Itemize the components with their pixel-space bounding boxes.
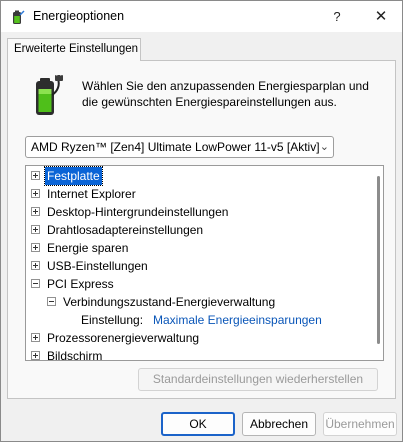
battery-plug-icon [36,75,63,115]
apply-button[interactable]: Übernehmen [323,412,397,436]
tree-item[interactable]: Energie sparen [26,239,376,257]
tree-item-label: Bildschirm [47,349,103,361]
title-bar[interactable]: Energieoptionen ? ✕ [1,1,402,32]
tab-advanced-settings[interactable]: Erweiterte Einstellungen [7,38,141,61]
tree-item[interactable]: Internet Explorer [26,185,376,203]
expand-icon[interactable] [31,261,40,270]
tree-item-label: Desktop-Hintergrundeinstellungen [47,205,229,219]
tree-item[interactable]: Bildschirm [26,347,376,361]
setting-value-link[interactable]: Maximale Energieeinsparungen [153,311,322,329]
tree-item[interactable]: Einstellung: Maximale Energieeinsparungen [26,311,376,329]
tree-item[interactable]: Drahtlosadaptereinstellungen [26,221,376,239]
tree-item[interactable]: USB-Einstellungen [26,257,376,275]
expand-icon[interactable] [31,225,40,234]
settings-tree[interactable]: Bildschirm Prozessorenergieverwaltung Eins… [25,165,384,361]
expand-icon[interactable] [31,351,40,360]
expand-icon[interactable] [31,171,40,180]
power-plan-dropdown[interactable]: AMD Ryzen™ [Zen4] Ultimate LowPower 11-v… [25,136,334,158]
help-button[interactable]: ? [315,1,359,32]
cancel-button[interactable]: Abbrechen [242,412,316,436]
tab-panel: Wählen Sie den anzupassenden Energiespar… [7,60,396,399]
tree-scrollbar[interactable] [375,168,381,358]
close-button[interactable]: ✕ [359,1,403,32]
expand-icon[interactable] [31,207,40,216]
power-plan-selected: AMD Ryzen™ [Zen4] Ultimate LowPower 11-v… [31,140,320,154]
expand-icon[interactable] [31,243,40,252]
tree-item[interactable]: Prozessorenergieverwaltung [26,329,376,347]
restore-defaults-button[interactable]: Standardeinstellungen wiederherstellen [138,368,378,391]
tree-item-label: PCI Express [47,277,114,291]
expand-icon[interactable] [31,333,40,342]
tree-item-label: Energie sparen [47,241,129,255]
tree-item[interactable]: Verbindungszustand-Energieverwaltung [26,293,376,311]
tree-item-label: Verbindungszustand-Energieverwaltung [63,295,276,309]
tree-item-label: USB-Einstellungen [47,259,148,273]
power-options-dialog: Energieoptionen ? ✕ Erweiterte Einstellu… [0,0,403,442]
chevron-down-icon: ⌄ [319,141,329,153]
expand-icon[interactable] [31,189,40,198]
tree-item-label: Einstellung: [81,313,144,327]
tree-item[interactable]: PCI Express [26,275,376,293]
tree-item-label: Prozessorenergieverwaltung [47,331,200,345]
power-options-icon [13,10,25,24]
tree-item[interactable]: Desktop-Hintergrundeinstellungen [26,203,376,221]
plan-description: Wählen Sie den anzupassenden Energiespar… [82,79,369,109]
tree-item[interactable]: Festplatte [26,166,376,186]
tree-item-label: Festplatte [44,166,103,186]
collapse-icon[interactable] [47,297,56,306]
scrollbar-thumb[interactable] [377,176,380,344]
window-title: Energieoptionen [33,9,125,23]
collapse-icon[interactable] [31,279,40,288]
ok-button[interactable]: OK [161,412,235,436]
tree-item-label: Drahtlosadaptereinstellungen [47,223,204,237]
tree-item-label: Internet Explorer [47,187,136,201]
